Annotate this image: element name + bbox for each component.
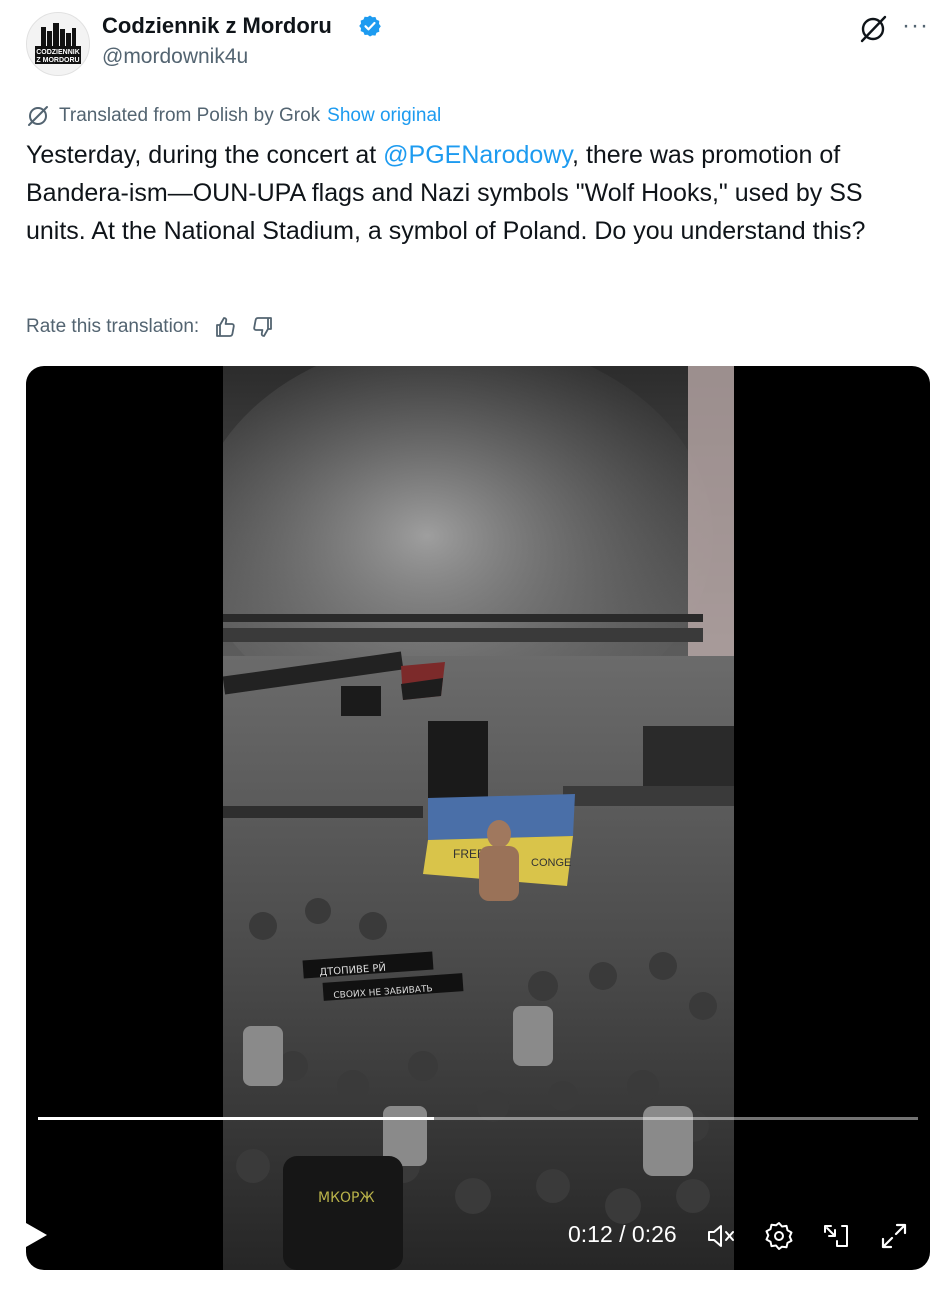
show-original-link[interactable]: Show original xyxy=(327,105,441,127)
settings-gear-icon[interactable] xyxy=(763,1220,795,1252)
shirt-text: МКОРЖ xyxy=(318,1190,375,1206)
author-handle[interactable]: @mordownik4u xyxy=(102,45,248,69)
avatar[interactable]: CODZIENNIK Z MORDORU xyxy=(26,12,90,76)
thumbs-up-icon[interactable] xyxy=(213,315,237,339)
video-time-display: 0:12 / 0:26 xyxy=(568,1221,677,1247)
grok-icon[interactable] xyxy=(858,14,888,44)
verified-badge-icon[interactable] xyxy=(358,14,382,38)
fullscreen-icon[interactable] xyxy=(878,1220,910,1252)
video-progress-bar[interactable] xyxy=(38,1117,918,1120)
translation-note: Translated from Polish by Grok Show orig… xyxy=(26,103,441,129)
tweet-header: CODZIENNIK Z MORDORU Codziennik z Mordor… xyxy=(0,0,950,90)
picture-in-picture-icon[interactable] xyxy=(820,1220,852,1252)
thumbs-down-icon[interactable] xyxy=(251,315,275,339)
grok-translate-icon xyxy=(28,106,48,126)
play-icon[interactable] xyxy=(24,1222,48,1248)
mention-link[interactable]: @PGENarodowy xyxy=(383,141,572,169)
tweet-text: Yesterday, during the concert at @PGENar… xyxy=(26,136,926,250)
translation-note-text: Translated from Polish by Grok xyxy=(59,105,321,126)
video-frame[interactable]: FREE CONGE ДТОПИВЕ РЙ СВОИХ НЕ ЗАБИВАТЬ xyxy=(223,366,734,1270)
tweet-text-part1: Yesterday, during the concert at xyxy=(26,141,384,169)
avatar-text-line2: Z MORDORU xyxy=(36,57,79,64)
avatar-text-line1: CODZIENNIK xyxy=(36,49,80,56)
rate-translation-label: Rate this translation: xyxy=(26,316,200,337)
video-player[interactable]: FREE CONGE ДТОПИВЕ РЙ СВОИХ НЕ ЗАБИВАТЬ xyxy=(26,366,930,1270)
video-progress-fill xyxy=(38,1117,434,1120)
flag-text-right: CONGE xyxy=(531,857,571,869)
author-name[interactable]: Codziennik z Mordoru xyxy=(102,13,332,39)
rate-translation: Rate this translation: xyxy=(26,312,275,342)
volume-muted-icon[interactable] xyxy=(705,1220,737,1252)
more-icon[interactable]: ··· xyxy=(902,12,929,40)
